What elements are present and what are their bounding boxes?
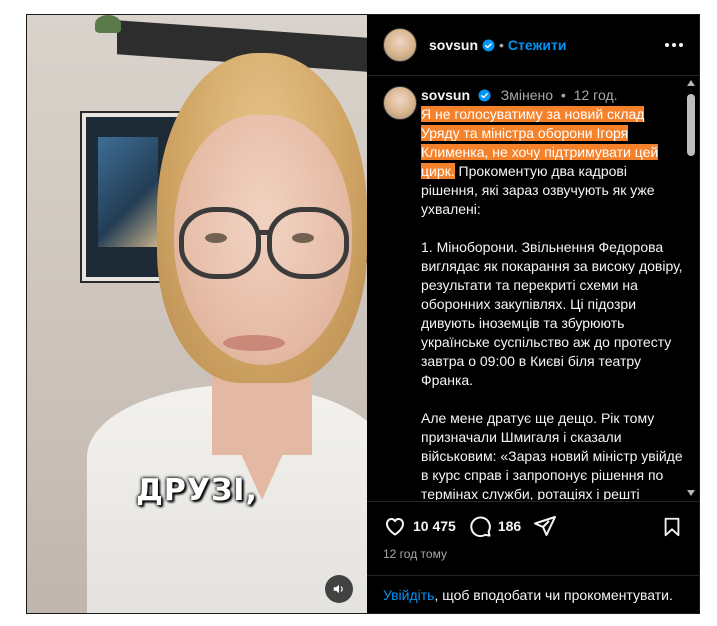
share-button[interactable]	[533, 514, 557, 538]
likes-count[interactable]: 10 475	[413, 518, 456, 534]
comment-icon	[470, 516, 491, 538]
verified-badge-icon	[478, 89, 491, 102]
save-button[interactable]	[661, 516, 683, 543]
comments-count: 186	[497, 518, 522, 534]
caption-scroll-area[interactable]: sovsun Змінено • 12 год. Я не голосувати…	[367, 76, 699, 500]
caption-header: sovsun Змінено • 12 год.	[421, 86, 683, 105]
login-prompt: Увійдіть, щоб вподобати чи прокоментуват…	[367, 575, 699, 614]
follow-button[interactable]: Стежити	[508, 37, 567, 53]
sound-toggle-button[interactable]	[325, 575, 353, 603]
video-subtitle: ДРУЗІ,	[136, 473, 258, 508]
post-caption: sovsun Змінено • 12 год. Я не голосувати…	[383, 86, 683, 500]
action-bar: 10 475 186	[367, 501, 699, 550]
scroll-down-arrow-icon[interactable]	[687, 490, 695, 496]
comment-button[interactable]: 186	[468, 514, 521, 538]
like-button[interactable]: 10 475	[383, 514, 456, 538]
login-link[interactable]: Увійдіть	[383, 587, 434, 603]
scroll-up-arrow-icon[interactable]	[687, 80, 695, 86]
post-video[interactable]: ДРУЗІ,	[27, 15, 367, 613]
edited-label: Змінено	[500, 87, 554, 103]
caption-separator: •	[560, 87, 566, 103]
video-person-glasses	[179, 207, 261, 279]
caption-paragraph-1: Я не голосуватиму за новий склад Уряду т…	[421, 105, 683, 219]
posted-time[interactable]: 12 год тому	[383, 547, 447, 561]
caption-paragraph-3: Але мене дратує ще дещо. Рік тому призна…	[421, 410, 683, 500]
verified-badge-icon	[482, 39, 495, 51]
scrollbar[interactable]	[685, 76, 697, 500]
caption-time[interactable]: 12 год.	[574, 87, 618, 103]
header-username[interactable]: sovsun	[429, 37, 478, 53]
scrollbar-thumb[interactable]	[687, 94, 695, 156]
caption-avatar[interactable]	[383, 86, 417, 120]
speaker-icon	[333, 584, 343, 594]
avatar[interactable]	[383, 28, 417, 62]
caption-paragraph-2: 1. Міноборони. Звільнення Федорова вигля…	[421, 239, 683, 388]
more-options-icon[interactable]	[663, 37, 685, 53]
heart-icon	[386, 518, 404, 536]
post-modal: ДРУЗІ, sovsun • Стежити sovsun Змінено •…	[26, 14, 700, 614]
caption-intro-rest: Прокоментую два кадрові рішення, які зар…	[421, 163, 655, 217]
login-prompt-text: , щоб вподобати чи прокоментувати.	[434, 587, 673, 603]
post-details-panel: sovsun • Стежити sovsun Змінено • 12 год…	[367, 15, 699, 613]
share-icon	[534, 516, 557, 536]
post-header: sovsun • Стежити	[367, 15, 699, 76]
header-separator: •	[499, 37, 504, 53]
caption-username[interactable]: sovsun	[421, 87, 470, 103]
bookmark-icon	[664, 517, 680, 537]
